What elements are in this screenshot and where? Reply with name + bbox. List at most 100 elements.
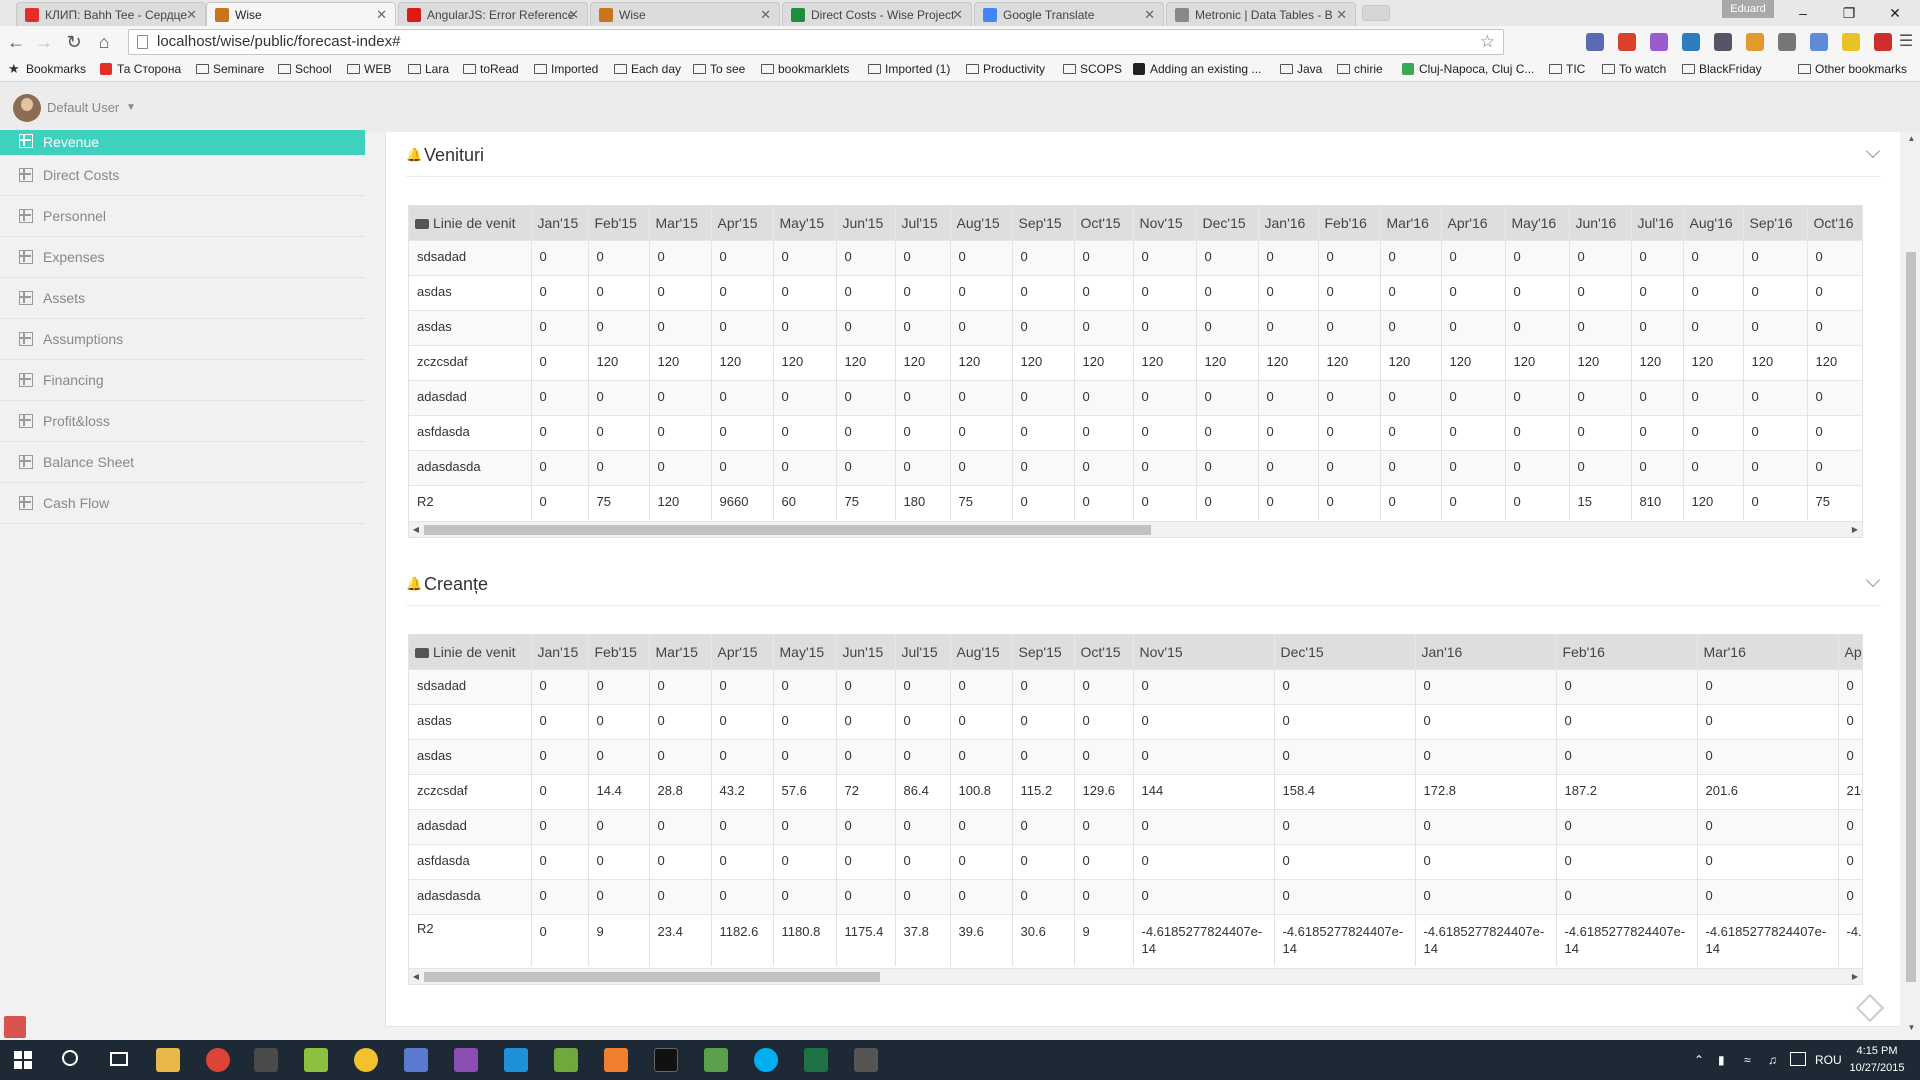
bookmark-item[interactable]: To watch — [1602, 58, 1666, 80]
column-header-month[interactable]: Oct'15 — [1074, 635, 1134, 669]
close-tab-icon[interactable]: ✕ — [1144, 3, 1155, 26]
bookmark-item[interactable]: TIC — [1549, 58, 1585, 80]
bookmarks-label[interactable]: Bookmarks — [26, 58, 86, 80]
browser-tab[interactable]: Google Translate ✕ — [974, 2, 1164, 26]
column-header-month[interactable]: Feb'16 — [1556, 635, 1698, 669]
scroll-up-icon[interactable]: ▲ — [1903, 134, 1920, 143]
column-header-line[interactable]: Linie de venit — [409, 635, 532, 669]
excel-icon[interactable] — [804, 1048, 828, 1072]
calculator-icon[interactable] — [854, 1048, 878, 1072]
task-view-icon[interactable] — [110, 1052, 128, 1066]
column-header-month[interactable]: Feb'15 — [588, 206, 650, 240]
avatar[interactable] — [13, 94, 41, 122]
sidebar-item-expenses[interactable]: Expenses — [0, 237, 365, 278]
column-header-month[interactable]: Oct'15 — [1074, 206, 1134, 240]
close-tab-icon[interactable]: ✕ — [376, 3, 387, 26]
lambda-app-icon[interactable] — [304, 1048, 328, 1072]
column-header-month[interactable]: Sep'16 — [1743, 206, 1808, 240]
bookmark-item[interactable]: Seminare — [196, 58, 264, 80]
chrome-menu-icon[interactable]: ☰ — [1894, 30, 1918, 54]
volume-icon[interactable]: ♫ — [1768, 1040, 1777, 1080]
wifi-icon[interactable]: ≈ — [1744, 1040, 1751, 1080]
column-header-month[interactable]: May'15 — [773, 635, 837, 669]
app-icon[interactable] — [404, 1048, 428, 1072]
scrollbar-thumb[interactable] — [1906, 252, 1916, 982]
column-header-month[interactable]: Apr'15 — [711, 206, 774, 240]
sidebar-item-revenue[interactable]: Revenue — [0, 130, 365, 155]
column-header-line[interactable]: Linie de venit — [409, 206, 532, 240]
extension-icon[interactable] — [1842, 33, 1860, 51]
bookmark-star-icon[interactable]: ☆ — [1480, 30, 1495, 54]
column-header-month[interactable]: Feb'15 — [588, 635, 650, 669]
bookmark-item[interactable]: Imported — [534, 58, 598, 80]
scrollbar-thumb[interactable] — [424, 525, 1151, 535]
column-header-month[interactable]: Jul'15 — [895, 635, 951, 669]
tools-extension-icon[interactable] — [1778, 33, 1796, 51]
user-name[interactable]: Default User — [47, 94, 119, 122]
bookmark-item[interactable]: Lara — [408, 58, 449, 80]
bookmark-item[interactable]: chirie — [1337, 58, 1383, 80]
home-icon[interactable]: ⌂ — [92, 30, 116, 54]
bookmark-item[interactable]: SCOPS — [1063, 58, 1122, 80]
column-header-month[interactable]: Aug'15 — [950, 206, 1013, 240]
scroll-left-icon[interactable]: ◀ — [409, 969, 423, 984]
column-header-month[interactable]: Mar'15 — [649, 206, 712, 240]
bookmark-item[interactable]: School — [278, 58, 332, 80]
column-header-month[interactable]: Nov'15 — [1133, 206, 1197, 240]
column-header-month[interactable]: Sep'15 — [1012, 206, 1075, 240]
column-header-month[interactable]: May'15 — [773, 206, 837, 240]
column-header-month[interactable]: Dec'15 — [1274, 635, 1416, 669]
tray-chevron-icon[interactable]: ⌃ — [1694, 1040, 1704, 1080]
url-text[interactable]: localhost/wise/public/forecast-index# — [157, 30, 400, 54]
column-header-month[interactable]: Aug'16 — [1683, 206, 1744, 240]
browser-tab[interactable]: AngularJS: Error Reference ✕ — [398, 2, 588, 26]
sidebar-item-balance-sheet[interactable]: Balance Sheet — [0, 442, 365, 483]
scrollbar-thumb[interactable] — [424, 972, 880, 982]
bookmark-item[interactable]: Та Сторона — [100, 58, 181, 80]
message-icon[interactable] — [1790, 1052, 1806, 1066]
column-header-month[interactable]: Jun'15 — [836, 206, 896, 240]
sublime-icon[interactable] — [254, 1048, 278, 1072]
bookmark-item[interactable]: toRead — [463, 58, 519, 80]
sidebar-item-assets[interactable]: Assets — [0, 278, 365, 319]
scroll-right-icon[interactable]: ▶ — [1848, 522, 1862, 537]
browser-tab[interactable]: Wise ✕ — [206, 2, 396, 26]
close-tab-icon[interactable]: ✕ — [952, 3, 963, 26]
column-header-month[interactable]: Jan'15 — [531, 206, 589, 240]
column-header-month[interactable]: Aug'15 — [950, 635, 1013, 669]
s-extension-icon[interactable] — [1682, 33, 1700, 51]
sidebar-item-profit-loss[interactable]: Profit&loss — [0, 401, 365, 442]
column-header-month[interactable]: Apr'16 — [1441, 206, 1506, 240]
column-header-month[interactable]: Apr'15 — [711, 635, 774, 669]
scroll-down-icon[interactable]: ▼ — [1903, 1023, 1920, 1032]
collapse-chevron-icon[interactable] — [1866, 146, 1882, 162]
close-tab-icon[interactable]: ✕ — [186, 3, 197, 26]
browser-tab[interactable]: Direct Costs - Wise Project ✕ — [782, 2, 972, 26]
column-header-month[interactable]: Oct'16 — [1807, 206, 1862, 240]
new-tab-button[interactable] — [1362, 5, 1390, 21]
notepad-icon[interactable] — [554, 1048, 578, 1072]
extension-icon[interactable] — [1714, 33, 1732, 51]
sidebar-item-financing[interactable]: Financing — [0, 360, 365, 401]
bookmark-item[interactable]: BlackFriday — [1682, 58, 1762, 80]
close-tab-icon[interactable]: ✕ — [1336, 3, 1347, 26]
chevron-down-icon[interactable]: ▼ — [126, 94, 136, 122]
collapse-chevron-icon[interactable] — [1866, 575, 1882, 591]
php-extension-icon[interactable] — [1586, 33, 1604, 51]
forward-arrow-icon[interactable]: → — [32, 30, 56, 54]
phpstorm-icon[interactable] — [454, 1048, 478, 1072]
other-bookmarks[interactable]: Other bookmarks — [1798, 58, 1907, 80]
chrome-icon[interactable] — [206, 1048, 230, 1072]
browser-tab[interactable]: Wise ✕ — [590, 2, 780, 26]
jb-extension-icon[interactable] — [1810, 33, 1828, 51]
column-header-month[interactable]: Jan'16 — [1258, 206, 1319, 240]
language-indicator[interactable]: ROU — [1815, 1040, 1842, 1080]
extension-icon[interactable] — [1874, 33, 1892, 51]
terminal-icon[interactable] — [654, 1048, 678, 1072]
search-icon[interactable] — [62, 1050, 78, 1066]
bookmark-item[interactable]: To see — [693, 58, 745, 80]
maximize-button[interactable]: ❐ — [1826, 0, 1872, 26]
pen-extension-icon[interactable] — [1650, 33, 1668, 51]
scroll-left-icon[interactable]: ◀ — [409, 522, 423, 537]
sidebar-item-direct-costs[interactable]: Direct Costs — [0, 155, 365, 196]
